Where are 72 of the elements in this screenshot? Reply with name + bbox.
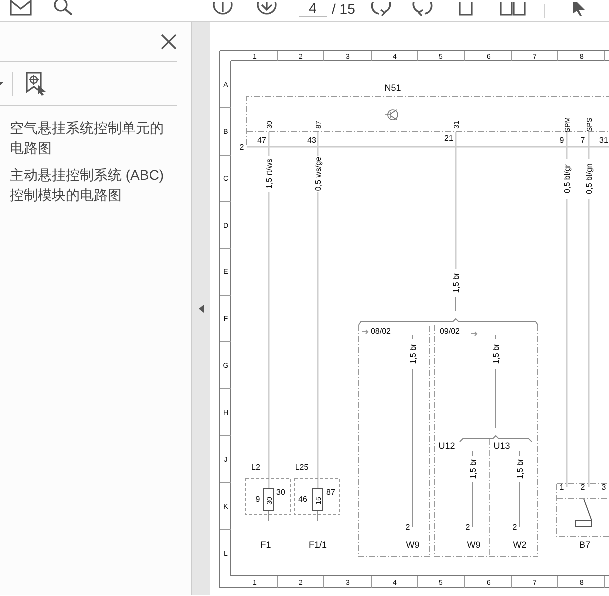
pin-number: 9 [560, 136, 564, 145]
wire-label: 1,5 br [492, 344, 501, 364]
rotate-left-icon[interactable] [371, 2, 394, 16]
arrow-icon [362, 330, 369, 334]
arrow-icon [470, 332, 478, 336]
fuse-body [312, 488, 324, 512]
pin-number: 2 [580, 483, 586, 492]
fuse-holder-outline [246, 478, 292, 516]
page-count: / 15 [332, 2, 356, 16]
wire [588, 132, 590, 159]
rotate-right-icon[interactable] [411, 2, 434, 16]
bookmark-item[interactable]: 空气悬挂系统控制单元的电路图 [10, 118, 176, 158]
wire [268, 510, 270, 522]
wire-label: 0,5 bl/gr [563, 164, 572, 194]
wire [317, 132, 319, 156]
wire [472, 450, 474, 456]
page-number-field[interactable]: 4 [299, 0, 327, 17]
wire-label: 1,5 br [409, 344, 418, 364]
component-label: U12 [438, 441, 456, 451]
component-label: 2 [466, 523, 470, 532]
component-label: F1/1 [309, 540, 327, 550]
circle-down-arrow-icon[interactable] [257, 2, 277, 16]
component-label: L2 [252, 463, 260, 472]
collapse-arrow-icon[interactable] [198, 304, 204, 312]
two-page-icon[interactable] [500, 2, 526, 16]
transistor-icon [384, 110, 398, 120]
component-label: 2 [406, 523, 410, 532]
component-label: N51 [384, 83, 402, 93]
sensor-drawing [556, 484, 609, 538]
fuse-body [264, 488, 274, 512]
component-label: W2 [513, 540, 527, 550]
component-label: U13 [494, 441, 510, 451]
wire [566, 132, 568, 159]
component-label: 09/02 [440, 327, 460, 336]
wire [412, 334, 414, 340]
single-page-icon[interactable] [459, 2, 474, 16]
wire-label: 0,5 bl/gn [585, 164, 594, 194]
cursor-icon[interactable] [572, 2, 586, 16]
circle-up-arrow-icon[interactable] [213, 2, 233, 16]
component-label: B7 [580, 540, 590, 550]
wire-label: 1,5 br [516, 458, 525, 480]
close-icon[interactable] [161, 34, 177, 50]
envelope-icon[interactable] [10, 0, 32, 16]
wire-label: 1,5 br [452, 272, 461, 294]
search-icon[interactable] [54, 0, 74, 16]
fuse-holder-outline [294, 478, 340, 516]
pin-number: 47 [258, 136, 266, 145]
component-label: 08/02 [370, 327, 392, 336]
component-label: 2 [240, 143, 244, 152]
component-label: W9 [467, 540, 481, 550]
wire-label: 0,5 ws/ge [314, 156, 323, 192]
pin-number: 30 [276, 488, 286, 497]
component-label: W9 [406, 540, 420, 550]
pin-number: 7 [580, 136, 586, 145]
bookmark-search-icon[interactable] [25, 72, 47, 96]
wire-label: 1,5 br [469, 458, 478, 480]
pin-number: 21 [444, 134, 454, 143]
pin-number: 46 [298, 495, 308, 504]
component-label: 2 [512, 523, 518, 532]
component-label: F1 [260, 540, 272, 550]
pin-number: 3 [602, 483, 606, 492]
pin-number: 31 [600, 136, 608, 145]
component-label: L25 [295, 463, 309, 472]
wire-label: 1,5 rt/ws [265, 158, 274, 190]
pin-number: 87 [326, 488, 336, 497]
wire [268, 132, 270, 156]
pin-number: 9 [256, 495, 260, 504]
caret-icon[interactable] [0, 80, 4, 86]
pin-number: 43 [308, 136, 316, 145]
wire [472, 482, 474, 528]
bookmark-item[interactable]: 主动悬挂控制系统 (ABC) 控制模块的电路图 [10, 165, 176, 205]
pin-number: 1 [560, 483, 564, 492]
